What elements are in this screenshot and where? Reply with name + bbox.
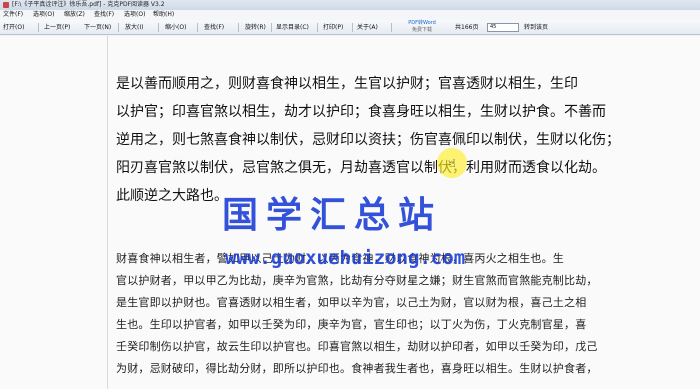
- page-edge: [107, 36, 108, 389]
- toolbar-divider: [238, 23, 239, 32]
- zoom-in-button[interactable]: 放大(I): [125, 20, 143, 35]
- pdf-reader-window: [F:\《子平真诠评注》徐乐吾.pdf] - 克克PDF阅读器 V3.2 文件(…: [0, 0, 700, 389]
- find-button[interactable]: 查找(F): [204, 20, 224, 35]
- menu-options[interactable]: 选项(O): [33, 10, 54, 20]
- toolbar-divider: [317, 23, 318, 32]
- menu-bar: 文件(F) 选项(O) 缩放(Z) 查找(F) 选项(O) 帮助(H): [0, 10, 700, 20]
- toolbar-divider: [197, 23, 198, 32]
- page-count-label: 共166页: [455, 24, 479, 31]
- open-button[interactable]: 打开(O): [3, 20, 24, 35]
- text-line: 为财，忌财破印，得比劫分财，即所以护印也。食神者我生者也，喜身旺以相生。生财以护…: [116, 362, 598, 375]
- show-toc-button[interactable]: 显示目录(C): [276, 20, 309, 35]
- pdf-to-word-button[interactable]: PDF转Word 免费下载: [398, 20, 446, 35]
- watermark-url: www.guoxuehuizong.com: [225, 247, 466, 269]
- menu-options-2[interactable]: 选项(O): [124, 10, 145, 20]
- goto-page-button[interactable]: 转到该页: [524, 20, 548, 35]
- toolbar: 打开(O) 上一页(P) 下一页(N) 放大(I) 缩小(O) 查找(F) 旋转…: [0, 20, 700, 35]
- watermark-title: 国学汇总站: [222, 195, 443, 236]
- menu-find[interactable]: 查找(F): [94, 10, 114, 20]
- mouse-cursor-icon: ☝: [449, 157, 456, 170]
- text-line: 阳刃喜官煞以制伏，忌官煞之俱无，月劫喜透官以制伏，利用财而透食以化劫。: [116, 160, 606, 176]
- rotate-button[interactable]: 旋转(R): [245, 20, 266, 35]
- text-line: 生也。生印以护官者，如甲以壬癸为印，庚辛为官，官生印也；以丁火为伤，丁火克制官星…: [116, 318, 587, 331]
- app-icon: [3, 2, 9, 8]
- toolbar-divider: [352, 23, 353, 32]
- text-line: 是生官即以护财也。官喜透财以相生者，如甲以辛为官，以己土为财，官以财为根，喜己土…: [116, 296, 587, 309]
- text-line: 以护官；印喜官煞以相生，劫才以护印；食喜身旺以相生，生财以护食。不善而: [116, 104, 606, 120]
- toolbar-divider: [118, 23, 119, 32]
- pdf-to-word-sub-label: 免费下载: [411, 27, 432, 33]
- about-button[interactable]: 关于(A): [357, 20, 378, 35]
- text-line: 逆用之，则七煞喜食神以制伏，忌财印以资扶；伤官喜佩印以制伏，生财以化伤；: [116, 132, 620, 148]
- toolbar-divider: [38, 23, 39, 32]
- text-line: 壬癸印制伤以护官，故云生印以护官也。印喜官煞以相生，劫财以护印者，如甲以壬癸为印…: [116, 340, 598, 353]
- document-viewer[interactable]: 是以善而顺用之，则财喜食神以相生，生官以护财；官喜透财以相生，生印 以护官；印喜…: [0, 36, 700, 389]
- toolbar-divider: [271, 23, 272, 32]
- window-title: [F:\《子平真诠评注》徐乐吾.pdf] - 克克PDF阅读器 V3.2: [12, 1, 165, 8]
- pdf-to-word-label: PDF转Word: [408, 20, 436, 26]
- print-button[interactable]: 打印(P): [323, 20, 343, 35]
- toolbar-divider: [391, 23, 392, 32]
- prev-page-button[interactable]: 上一页(P): [44, 20, 70, 35]
- next-page-button[interactable]: 下一页(N): [84, 20, 111, 35]
- text-line: 是以善而顺用之，则财喜食神以相生，生官以护财；官喜透财以相生，生印: [116, 76, 578, 92]
- zoom-out-button[interactable]: 缩小(O): [165, 20, 186, 35]
- toolbar-divider: [158, 23, 159, 32]
- page-number-input[interactable]: 45: [487, 23, 519, 32]
- menu-zoom[interactable]: 缩放(Z): [64, 10, 85, 20]
- menu-help[interactable]: 帮助(H): [153, 10, 174, 20]
- menu-file[interactable]: 文件(F): [3, 10, 23, 20]
- text-line: 官以护财者，甲以甲乙为比劫，庚辛为官煞，比劫有分夺财星之嫌；财生官煞而官煞能克制…: [116, 274, 598, 287]
- title-bar: [F:\《子平真诠评注》徐乐吾.pdf] - 克克PDF阅读器 V3.2: [0, 0, 700, 10]
